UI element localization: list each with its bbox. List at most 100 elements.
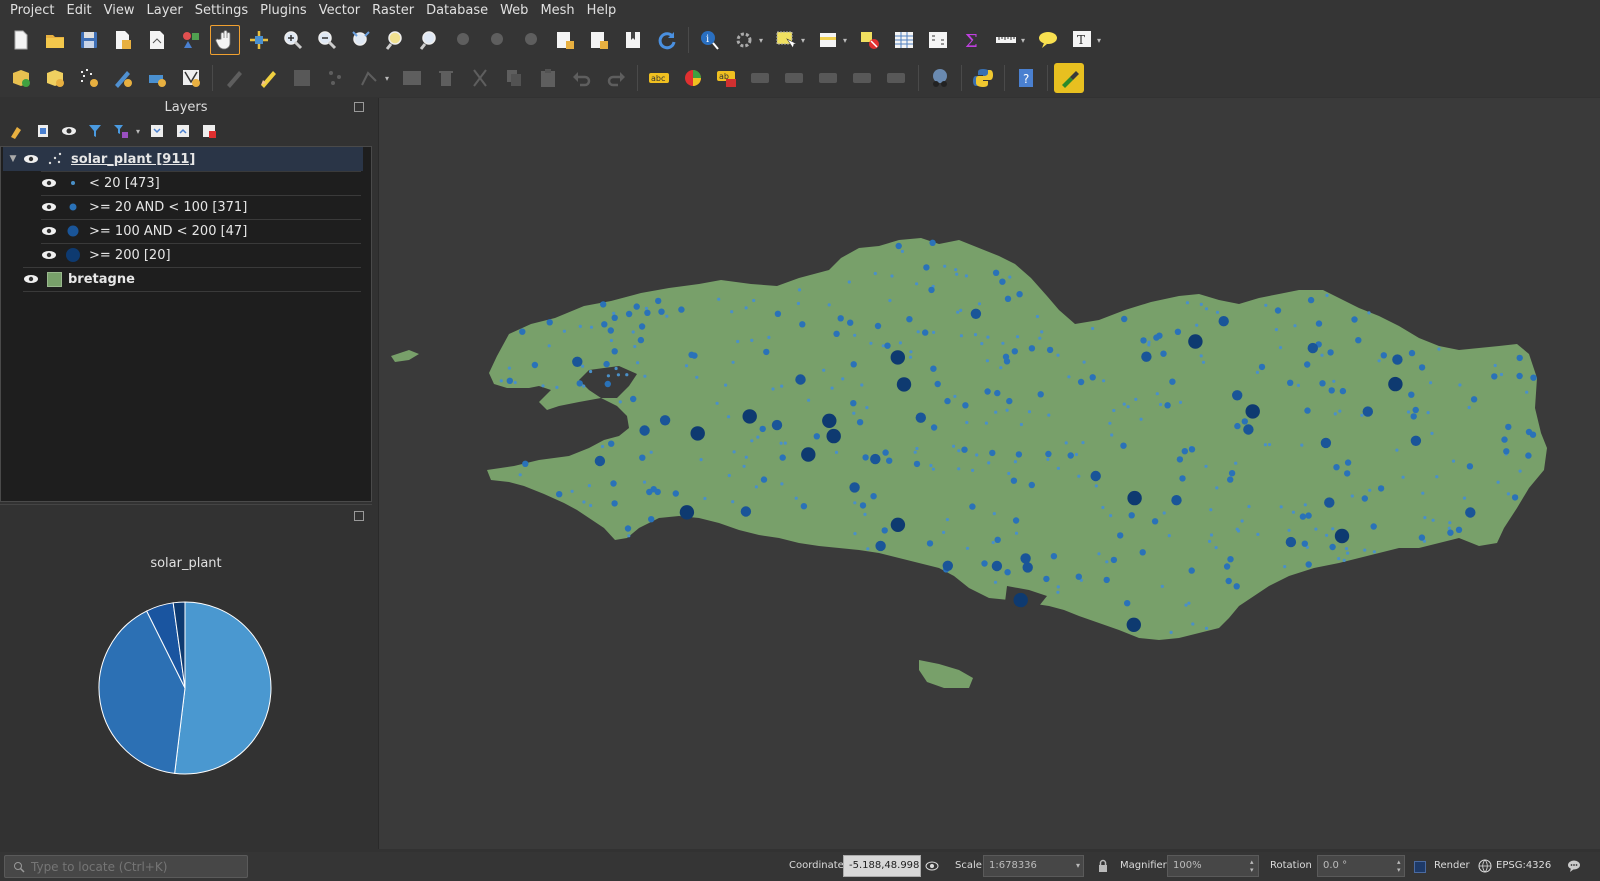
new-map-view-icon[interactable]: [550, 25, 580, 55]
chevron-down-icon[interactable]: ▾: [136, 127, 140, 136]
attribute-table-icon[interactable]: [889, 25, 919, 55]
pan-map-icon[interactable]: [210, 25, 240, 55]
messages-icon[interactable]: [1567, 859, 1581, 873]
zoom-to-layer-icon[interactable]: [414, 25, 444, 55]
menu-layer[interactable]: Layer: [141, 0, 189, 22]
show-hide-labels-icon[interactable]: [780, 63, 810, 93]
layer-name-bretagne[interactable]: bretagne: [68, 272, 135, 287]
menu-vector[interactable]: Vector: [313, 0, 366, 22]
menu-project[interactable]: Project: [4, 0, 60, 22]
help-whats-this-icon[interactable]: ?: [1011, 63, 1041, 93]
rotation-field[interactable]: 0.0 °: [1317, 855, 1405, 877]
legend-item-lt20[interactable]: < 20 [473]: [41, 171, 363, 195]
chevron-down-icon[interactable]: ▾: [1021, 36, 1029, 45]
coordinate-field[interactable]: -5.188,48.998: [843, 855, 921, 877]
toggle-extents-icon[interactable]: [925, 859, 939, 873]
legend-item-100-200[interactable]: >= 100 AND < 200 [47]: [41, 219, 363, 243]
delete-selected-icon[interactable]: [431, 63, 461, 93]
new-mesh-layer-icon[interactable]: [142, 63, 172, 93]
redo-icon[interactable]: [601, 63, 631, 93]
field-calculator-icon[interactable]: [923, 25, 953, 55]
globe-icon[interactable]: [1478, 859, 1492, 873]
print-layout-icon[interactable]: [142, 25, 172, 55]
style-manager-icon[interactable]: [176, 25, 206, 55]
toggle-editing-icon[interactable]: [253, 63, 283, 93]
change-label-icon[interactable]: [882, 63, 912, 93]
zoom-in-icon[interactable]: [278, 25, 308, 55]
float-panel-icon[interactable]: [354, 102, 364, 112]
remove-layer-icon[interactable]: [198, 121, 220, 141]
copy-features-icon[interactable]: [499, 63, 529, 93]
spinner-arrows-icon[interactable]: ▴ ▾: [1397, 858, 1401, 874]
visibility-eye-icon[interactable]: [41, 178, 57, 188]
plugin-brush-icon[interactable]: [1054, 63, 1084, 93]
text-annotation-icon[interactable]: T: [1067, 25, 1097, 55]
menu-database[interactable]: Database: [420, 0, 494, 22]
new-temporary-layer-icon[interactable]: [74, 63, 104, 93]
zoom-out-icon[interactable]: [312, 25, 342, 55]
float-panel-icon[interactable]: [354, 511, 364, 521]
zoom-next-icon[interactable]: [516, 25, 546, 55]
layer-name-solar-plant[interactable]: solar_plant [911]: [71, 152, 195, 167]
zoom-to-selection-icon[interactable]: [380, 25, 410, 55]
menu-raster[interactable]: Raster: [366, 0, 420, 22]
manage-visibility-icon[interactable]: [58, 121, 80, 141]
chevron-down-icon[interactable]: ▾: [385, 74, 393, 83]
rotate-label-icon[interactable]: [848, 63, 878, 93]
chevron-down-icon[interactable]: ▾: [1076, 861, 1080, 870]
python-console-icon[interactable]: [968, 63, 998, 93]
chevron-down-icon[interactable]: ▾: [843, 36, 851, 45]
filter-legend-icon[interactable]: [84, 121, 106, 141]
zoom-last-icon[interactable]: [482, 25, 512, 55]
spinner-arrows-icon[interactable]: ▴ ▾: [1250, 858, 1254, 874]
legend-item-20-100[interactable]: >= 20 AND < 100 [371]: [41, 195, 363, 219]
scale-field[interactable]: 1:678336: [983, 855, 1084, 877]
open-project-icon[interactable]: [40, 25, 70, 55]
magnifier-field[interactable]: 100%: [1167, 855, 1259, 877]
modify-attributes-icon[interactable]: [397, 63, 427, 93]
select-by-value-icon[interactable]: [813, 25, 843, 55]
crs-label[interactable]: EPSG:4326: [1496, 860, 1551, 871]
menu-settings[interactable]: Settings: [189, 0, 254, 22]
lock-scale-icon[interactable]: [1096, 859, 1110, 873]
add-group-icon[interactable]: [32, 121, 54, 141]
refresh-icon[interactable]: [652, 25, 682, 55]
deselect-features-icon[interactable]: [855, 25, 885, 55]
pin-labels-icon[interactable]: ab: [712, 63, 742, 93]
visibility-eye-icon[interactable]: [41, 250, 57, 260]
menu-help[interactable]: Help: [581, 0, 623, 22]
layer-row-solar-plant[interactable]: ▼ solar_plant [911]: [3, 147, 363, 171]
new-project-icon[interactable]: [6, 25, 36, 55]
paste-features-icon[interactable]: [533, 63, 563, 93]
menu-plugins[interactable]: Plugins: [254, 0, 313, 22]
diagram-options-icon[interactable]: [678, 63, 708, 93]
new-3d-map-icon[interactable]: [584, 25, 614, 55]
save-as-icon[interactable]: [108, 25, 138, 55]
bookmark-icon[interactable]: [618, 25, 648, 55]
menu-edit[interactable]: Edit: [60, 0, 97, 22]
vertex-tool-icon[interactable]: [355, 63, 385, 93]
measure-line-icon[interactable]: [991, 25, 1021, 55]
map-canvas[interactable]: [378, 98, 1600, 849]
identify-features-icon[interactable]: i: [695, 25, 725, 55]
move-label-icon[interactable]: [814, 63, 844, 93]
current-edits-icon[interactable]: [219, 63, 249, 93]
run-action-icon[interactable]: [729, 25, 759, 55]
legend-item-gte200[interactable]: >= 200 [20]: [41, 243, 363, 267]
visibility-eye-icon[interactable]: [41, 226, 57, 236]
metasearch-icon[interactable]: [925, 63, 955, 93]
undo-icon[interactable]: [567, 63, 597, 93]
chevron-down-icon[interactable]: ▾: [801, 36, 809, 45]
visibility-eye-icon[interactable]: [23, 154, 39, 164]
filter-by-expression-icon[interactable]: [110, 121, 132, 141]
new-geopackage-icon[interactable]: [40, 63, 70, 93]
expand-all-icon[interactable]: [146, 121, 168, 141]
style-layer-icon[interactable]: [6, 121, 28, 141]
statistics-sigma-icon[interactable]: Σ: [957, 25, 987, 55]
save-edits-icon[interactable]: [287, 63, 317, 93]
menu-mesh[interactable]: Mesh: [534, 0, 580, 22]
visibility-eye-icon[interactable]: [41, 202, 57, 212]
expand-arrow-icon[interactable]: ▼: [3, 154, 23, 164]
chevron-down-icon[interactable]: ▾: [1097, 36, 1105, 45]
highlight-pinned-labels-icon[interactable]: [746, 63, 776, 93]
